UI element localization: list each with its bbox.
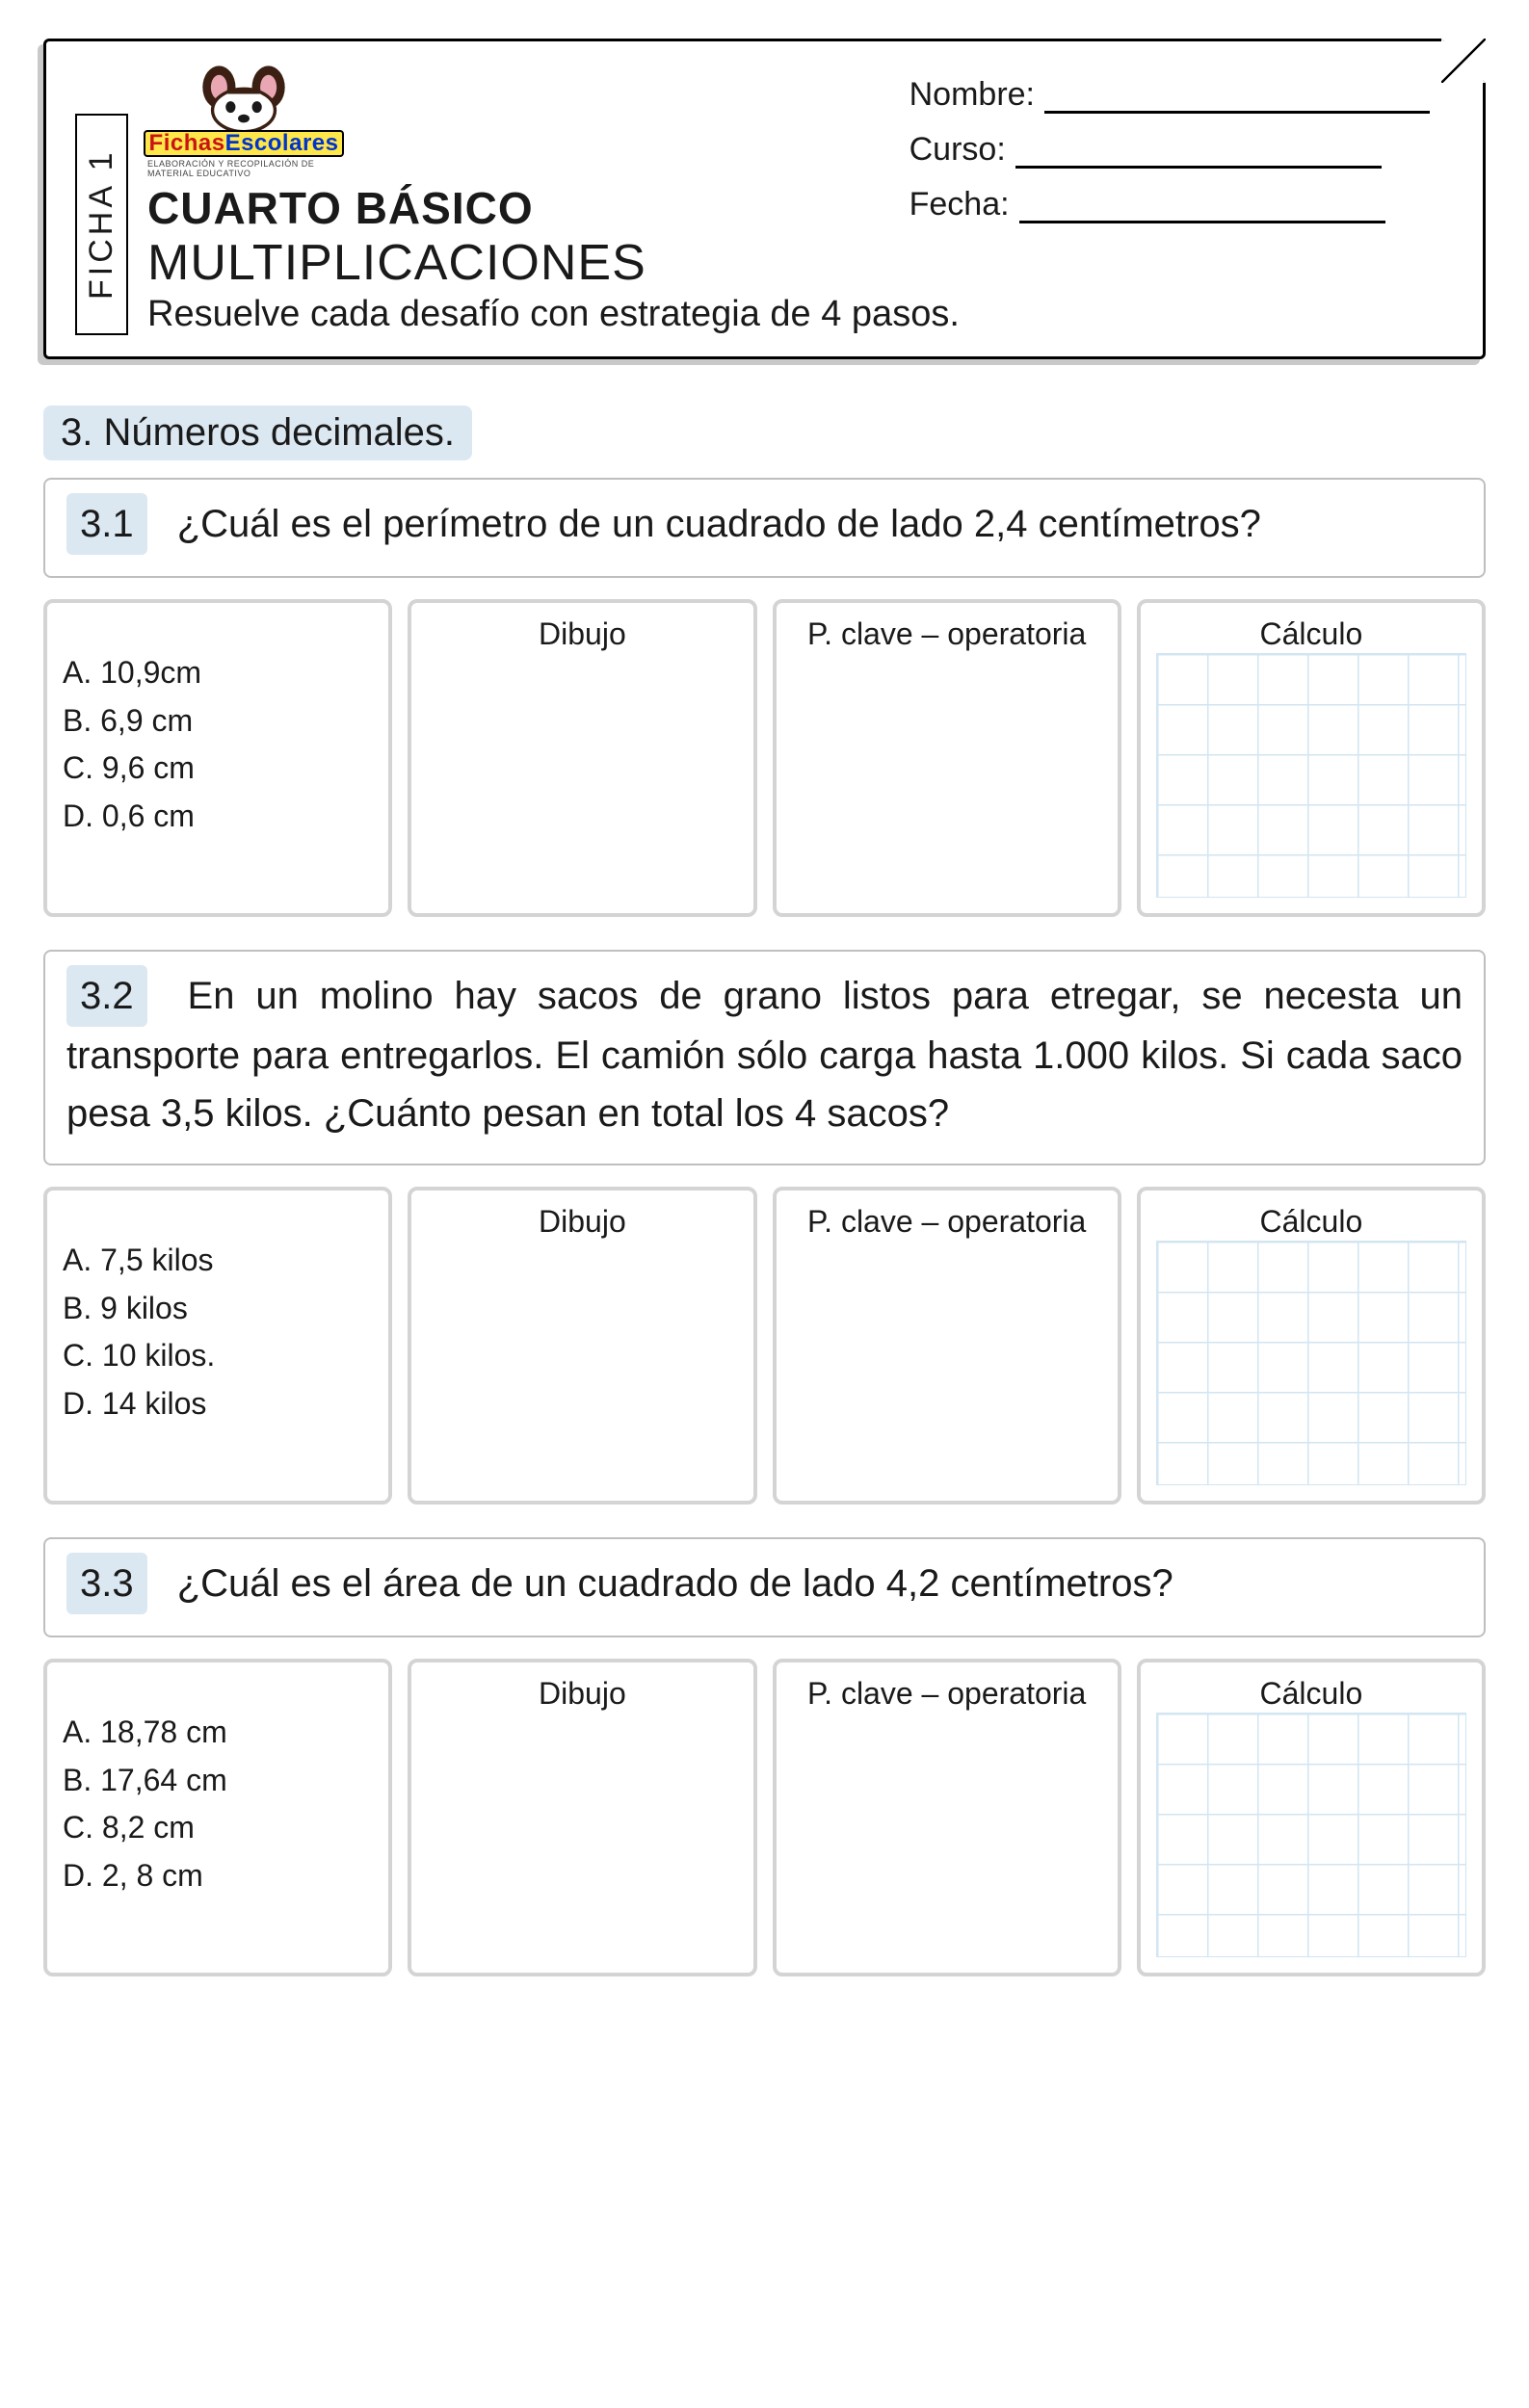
worksheet-header: FICHA 1 FichasEscolares ELABORACIÓN Y RE…: [43, 39, 1486, 359]
question-text: ¿Cuál es el área de un cuadrado de lado …: [177, 1562, 1173, 1605]
option-a[interactable]: A. 10,9cm: [63, 649, 373, 697]
topic-line: MULTIPLICACIONES: [147, 234, 1454, 292]
clave-title: P. clave – operatoria: [792, 616, 1102, 652]
option-b[interactable]: B. 9 kilos: [63, 1285, 373, 1333]
calculo-cell[interactable]: Cálculo: [1137, 599, 1486, 917]
option-d[interactable]: D. 2, 8 cm: [63, 1852, 373, 1900]
header-fields: Nombre: Curso: Fecha:: [909, 76, 1430, 241]
clave-cell[interactable]: P. clave – operatoria: [773, 1659, 1121, 1976]
options-cell: A. 7,5 kilos B. 9 kilos C. 10 kilos. D. …: [43, 1187, 392, 1505]
calculo-cell[interactable]: Cálculo: [1137, 1187, 1486, 1505]
option-c[interactable]: C. 9,6 cm: [63, 745, 373, 793]
dibujo-title: Dibujo: [427, 616, 737, 652]
input-nombre[interactable]: [1044, 85, 1430, 114]
option-b[interactable]: B. 6,9 cm: [63, 697, 373, 746]
answer-strip: A. 10,9cm B. 6,9 cm C. 9,6 cm D. 0,6 cm …: [43, 599, 1486, 917]
dibujo-cell[interactable]: Dibujo: [408, 599, 756, 917]
dibujo-title: Dibujo: [427, 1676, 737, 1712]
problem-question: 3.2 En un molino hay sacos de grano list…: [66, 965, 1463, 1142]
problem-question: 3.1 ¿Cuál es el perímetro de un cuadrado…: [66, 493, 1463, 555]
calculo-cell[interactable]: Cálculo: [1137, 1659, 1486, 1976]
option-d[interactable]: D. 14 kilos: [63, 1380, 373, 1428]
problem-card: 3.1 ¿Cuál es el perímetro de un cuadrado…: [43, 478, 1486, 578]
options-list: A. 7,5 kilos B. 9 kilos C. 10 kilos. D. …: [63, 1204, 373, 1427]
clave-title: P. clave – operatoria: [792, 1204, 1102, 1240]
dibujo-cell[interactable]: Dibujo: [408, 1187, 756, 1505]
option-d[interactable]: D. 0,6 cm: [63, 793, 373, 841]
dibujo-title: Dibujo: [427, 1204, 737, 1240]
options-cell: A. 10,9cm B. 6,9 cm C. 9,6 cm D. 0,6 cm: [43, 599, 392, 917]
answer-strip: A. 18,78 cm B. 17,64 cm C. 8,2 cm D. 2, …: [43, 1659, 1486, 1976]
calc-grid-icon: [1156, 653, 1466, 898]
dog-icon: [176, 63, 311, 130]
calculo-title: Cálculo: [1156, 1676, 1466, 1712]
label-nombre: Nombre:: [909, 76, 1035, 114]
logo-subtitle: ELABORACIÓN Y RECOPILACIÓN DE MATERIAL E…: [147, 159, 340, 178]
option-a[interactable]: A. 7,5 kilos: [63, 1237, 373, 1285]
option-c[interactable]: C. 8,2 cm: [63, 1804, 373, 1852]
input-fecha[interactable]: [1019, 195, 1385, 223]
question-number: 3.1: [66, 493, 147, 555]
ficha-label: FICHA 1: [83, 149, 120, 300]
calc-grid-icon: [1156, 1713, 1466, 1957]
question-text: ¿Cuál es el perímetro de un cuadrado de …: [177, 503, 1261, 545]
clave-cell[interactable]: P. clave – operatoria: [773, 599, 1121, 917]
dibujo-cell[interactable]: Dibujo: [408, 1659, 756, 1976]
question-text: En un molino hay sacos de grano listos p…: [66, 975, 1463, 1135]
page-fold-line-icon: [1441, 39, 1486, 83]
field-row-fecha: Fecha:: [909, 186, 1430, 223]
instruction-line: Resuelve cada desafío con estrategia de …: [147, 294, 1454, 335]
field-row-curso: Curso:: [909, 131, 1430, 169]
logo-part1: Fichas: [149, 130, 225, 156]
calculo-title: Cálculo: [1156, 616, 1466, 652]
option-a[interactable]: A. 18,78 cm: [63, 1709, 373, 1757]
label-fecha: Fecha:: [909, 186, 1010, 223]
calc-grid-icon: [1156, 1241, 1466, 1485]
problem-card: 3.3 ¿Cuál es el área de un cuadrado de l…: [43, 1537, 1486, 1637]
options-list: A. 18,78 cm B. 17,64 cm C. 8,2 cm D. 2, …: [63, 1676, 373, 1899]
calculo-title: Cálculo: [1156, 1204, 1466, 1240]
option-b[interactable]: B. 17,64 cm: [63, 1757, 373, 1805]
logo: FichasEscolares ELABORACIÓN Y RECOPILACI…: [147, 63, 340, 178]
problem-card: 3.2 En un molino hay sacos de grano list…: [43, 950, 1486, 1165]
logo-part2: Escolares: [225, 130, 339, 156]
options-list: A. 10,9cm B. 6,9 cm C. 9,6 cm D. 0,6 cm: [63, 616, 373, 840]
option-c[interactable]: C. 10 kilos.: [63, 1332, 373, 1380]
section-heading: 3. Números decimales.: [43, 406, 472, 460]
logo-text: FichasEscolares: [144, 130, 345, 157]
field-row-nombre: Nombre:: [909, 76, 1430, 114]
ficha-tab: FICHA 1: [75, 114, 128, 335]
clave-cell[interactable]: P. clave – operatoria: [773, 1187, 1121, 1505]
question-number: 3.3: [66, 1553, 147, 1614]
answer-strip: A. 7,5 kilos B. 9 kilos C. 10 kilos. D. …: [43, 1187, 1486, 1505]
question-number: 3.2: [66, 965, 147, 1027]
options-cell: A. 18,78 cm B. 17,64 cm C. 8,2 cm D. 2, …: [43, 1659, 392, 1976]
label-curso: Curso:: [909, 131, 1006, 169]
input-curso[interactable]: [1015, 140, 1382, 169]
section-title: 3. Números decimales.: [61, 411, 455, 454]
clave-title: P. clave – operatoria: [792, 1676, 1102, 1712]
problem-question: 3.3 ¿Cuál es el área de un cuadrado de l…: [66, 1553, 1463, 1614]
